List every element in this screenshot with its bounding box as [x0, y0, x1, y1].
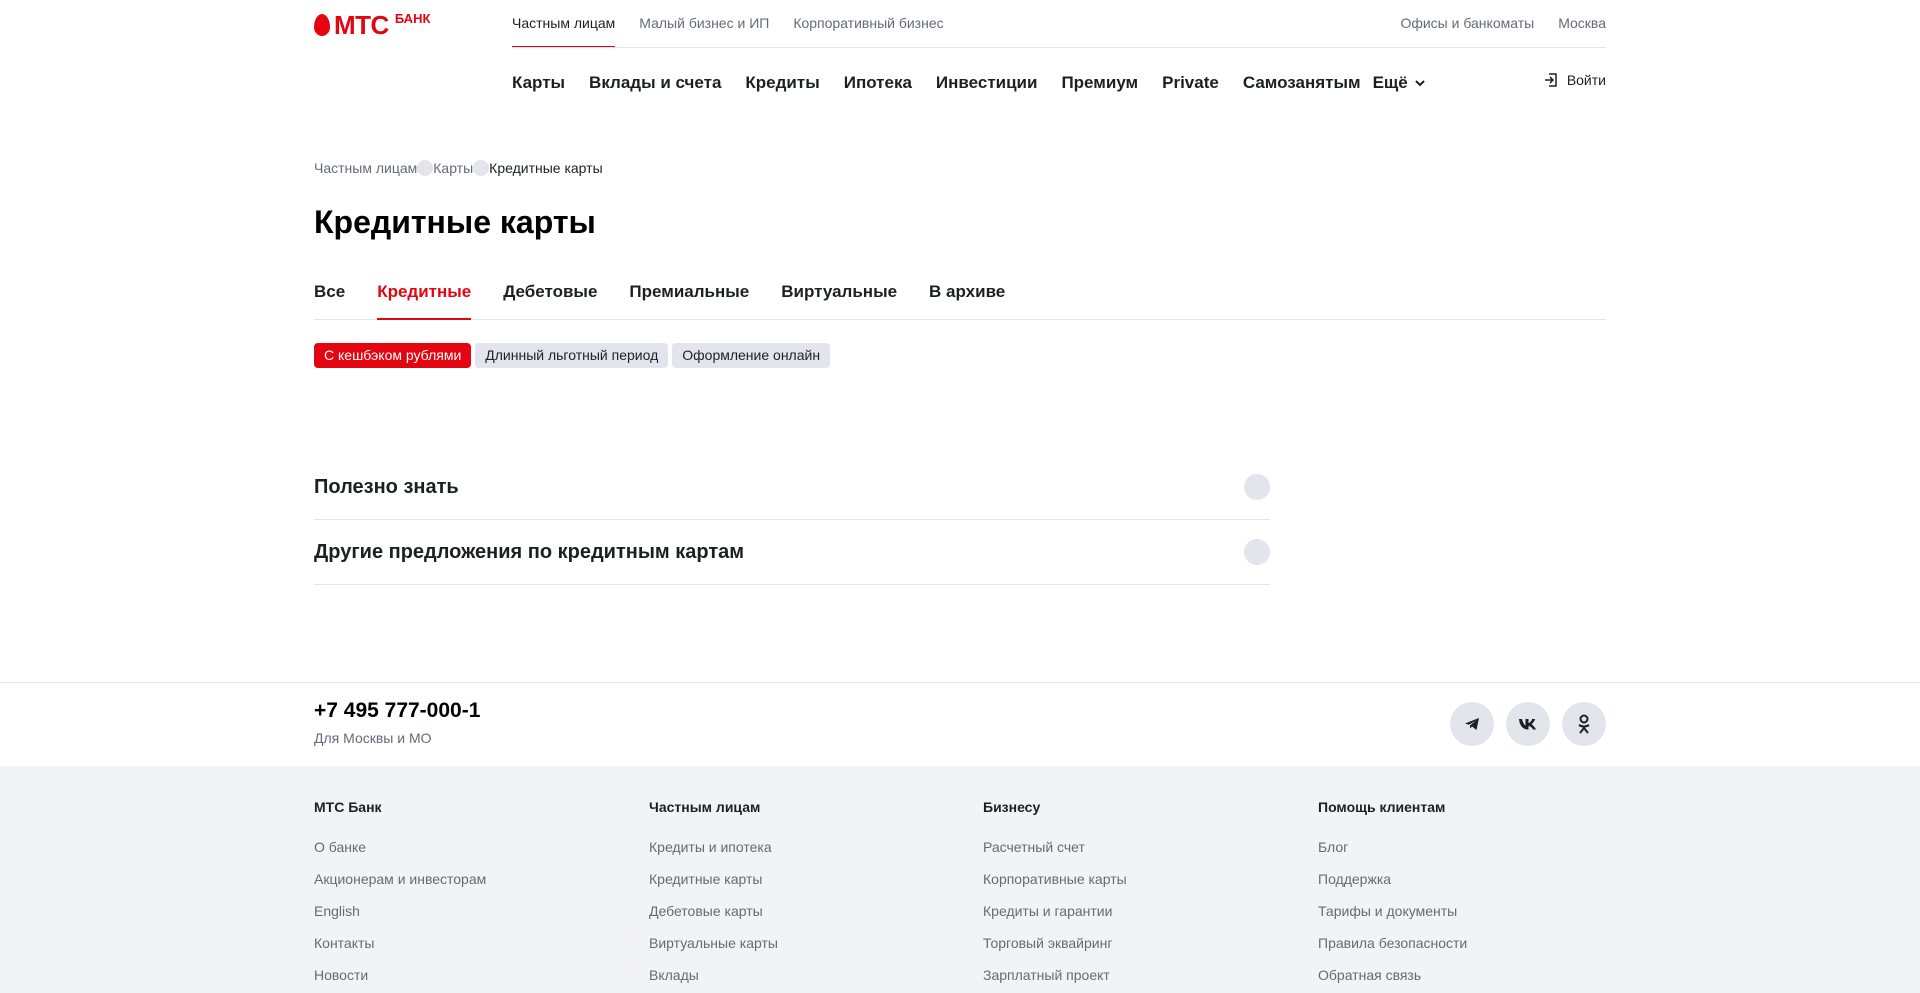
- vk-icon[interactable]: [1506, 702, 1550, 746]
- footer-link[interactable]: English: [314, 903, 614, 935]
- footer-link[interactable]: О банке: [314, 839, 614, 871]
- header-utility-links: Офисы и банкоматы Москва: [1400, 0, 1606, 46]
- expand-icon[interactable]: [1244, 474, 1270, 500]
- footer-col-title: Частным лицам: [649, 799, 761, 815]
- footer-col-business: Бизнесу Расчетный счет Корпоративные кар…: [983, 799, 1283, 993]
- chip-cashback[interactable]: С кешбэком рублями: [314, 343, 472, 368]
- footer-link[interactable]: Тарифы и документы: [1318, 903, 1618, 935]
- footer-link[interactable]: Торговый эквайринг: [983, 935, 1283, 967]
- footer-link[interactable]: Дебетовые карты: [649, 903, 949, 935]
- login-label: Войти: [1566, 72, 1606, 88]
- logo-text: МТС: [334, 10, 389, 40]
- accordion-other-offers[interactable]: Другие предложения по кредитным картам: [314, 520, 1270, 585]
- card-type-tabs: Все Кредитные Дебетовые Премиальные Вирт…: [314, 280, 1606, 320]
- nav-private[interactable]: Private: [1162, 73, 1219, 93]
- footer-link[interactable]: Кредитные карты: [649, 871, 949, 903]
- header-divider: [512, 47, 1606, 48]
- footer-contact-bar: +7 495 777-000-1 Для Москвы и МО: [0, 682, 1920, 766]
- footer-link[interactable]: Кредиты и гарантии: [983, 903, 1283, 935]
- tab-credit[interactable]: Кредитные: [377, 280, 472, 320]
- tab-virtual[interactable]: Виртуальные: [781, 280, 897, 320]
- footer-link[interactable]: Блог: [1318, 839, 1618, 871]
- accordion-title: Полезно знать: [314, 475, 459, 498]
- nav-investments[interactable]: Инвестиции: [936, 73, 1038, 93]
- chip-online-application[interactable]: Оформление онлайн: [672, 343, 831, 368]
- breadcrumb-separator-icon: [473, 160, 490, 176]
- tab-premium[interactable]: Премиальные: [629, 280, 749, 320]
- segment-small-business[interactable]: Малый бизнес и ИП: [639, 0, 769, 47]
- footer-col-help: Помощь клиентам Блог Поддержка Тарифы и …: [1318, 799, 1618, 993]
- chevron-down-icon: [1415, 80, 1425, 87]
- city-selector[interactable]: Москва: [1558, 0, 1606, 46]
- nav-premium[interactable]: Премиум: [1061, 73, 1138, 93]
- footer-col-title: МТС Банк: [314, 799, 382, 815]
- segment-individuals[interactable]: Частным лицам: [512, 0, 616, 47]
- telegram-icon[interactable]: [1450, 702, 1494, 746]
- main-nav: Карты Вклады и счета Кредиты Ипотека Инв…: [512, 64, 1426, 102]
- breadcrumb: Частным лицам Карты Кредитные карты: [314, 160, 603, 176]
- footer-link[interactable]: Правила безопасности: [1318, 935, 1618, 967]
- segment-nav: Частным лицам Малый бизнес и ИП Корпорат…: [512, 0, 944, 48]
- footer-phone-note: Для Москвы и МО: [314, 730, 432, 746]
- logo-subtext: БАНК: [394, 11, 431, 26]
- segment-corporate[interactable]: Корпоративный бизнес: [793, 0, 943, 47]
- footer-link[interactable]: Корпоративные карты: [983, 871, 1283, 903]
- footer-col-title: Помощь клиентам: [1318, 799, 1446, 815]
- login-icon: [1544, 73, 1557, 87]
- breadcrumb-current: Кредитные карты: [489, 160, 603, 176]
- nav-deposits[interactable]: Вклады и счета: [589, 73, 721, 93]
- footer-link[interactable]: Акционерам и инвесторам: [314, 871, 614, 903]
- breadcrumb-cards[interactable]: Карты: [433, 160, 473, 176]
- nav-cards[interactable]: Карты: [512, 73, 565, 93]
- footer-link[interactable]: Вклады: [649, 967, 949, 993]
- footer-link[interactable]: Расчетный счет: [983, 839, 1283, 871]
- footer-phone[interactable]: +7 495 777-000-1: [314, 699, 480, 723]
- offices-link[interactable]: Офисы и банкоматы: [1400, 0, 1534, 46]
- social-links: [1450, 702, 1606, 746]
- footer-link[interactable]: Новости: [314, 967, 614, 993]
- breadcrumb-separator-icon: [417, 160, 434, 176]
- footer-link[interactable]: Виртуальные карты: [649, 935, 949, 967]
- tab-debit[interactable]: Дебетовые: [503, 280, 597, 320]
- egg-logo-icon: [314, 14, 330, 36]
- footer-col-bank: МТС Банк О банке Акционерам и инвесторам…: [314, 799, 614, 993]
- footer-link[interactable]: Кредиты и ипотека: [649, 839, 949, 871]
- login-button[interactable]: Войти: [1543, 72, 1606, 88]
- nav-credits[interactable]: Кредиты: [745, 73, 819, 93]
- footer-link[interactable]: Обратная связь: [1318, 967, 1618, 993]
- nav-mortgage[interactable]: Ипотека: [844, 73, 912, 93]
- footer-col-title: Бизнесу: [983, 799, 1041, 815]
- page-title: Кредитные карты: [314, 204, 596, 240]
- footer-link[interactable]: Зарплатный проект: [983, 967, 1283, 993]
- accordion-useful-info[interactable]: Полезно знать: [314, 455, 1270, 520]
- accordion-title: Другие предложения по кредитным картам: [314, 540, 745, 563]
- odnoklassniki-icon[interactable]: [1562, 702, 1606, 746]
- filter-chips: С кешбэком рублями Длинный льготный пери…: [314, 343, 831, 368]
- footer-link[interactable]: Поддержка: [1318, 871, 1618, 903]
- mts-bank-logo[interactable]: МТС БАНК: [314, 12, 430, 38]
- footer-col-individuals: Частным лицам Кредиты и ипотека Кредитны…: [649, 799, 949, 993]
- tab-archive[interactable]: В архиве: [929, 280, 1005, 320]
- footer: МТС Банк О банке Акционерам и инвесторам…: [0, 766, 1920, 993]
- footer-link[interactable]: Контакты: [314, 935, 614, 967]
- tab-all[interactable]: Все: [314, 280, 345, 320]
- header-top-row: МТС БАНК Частным лицам Малый бизнес и ИП…: [314, 0, 1606, 48]
- breadcrumb-individuals[interactable]: Частным лицам: [314, 160, 417, 176]
- chip-grace-period[interactable]: Длинный льготный период: [475, 343, 669, 368]
- nav-more-label: Ещё: [1372, 73, 1408, 92]
- info-accordion: Полезно знать Другие предложения по кред…: [314, 455, 1270, 585]
- nav-more-dropdown[interactable]: Ещё: [1373, 73, 1426, 93]
- nav-self-employed[interactable]: Самозанятым: [1243, 73, 1361, 93]
- expand-icon[interactable]: [1244, 539, 1270, 565]
